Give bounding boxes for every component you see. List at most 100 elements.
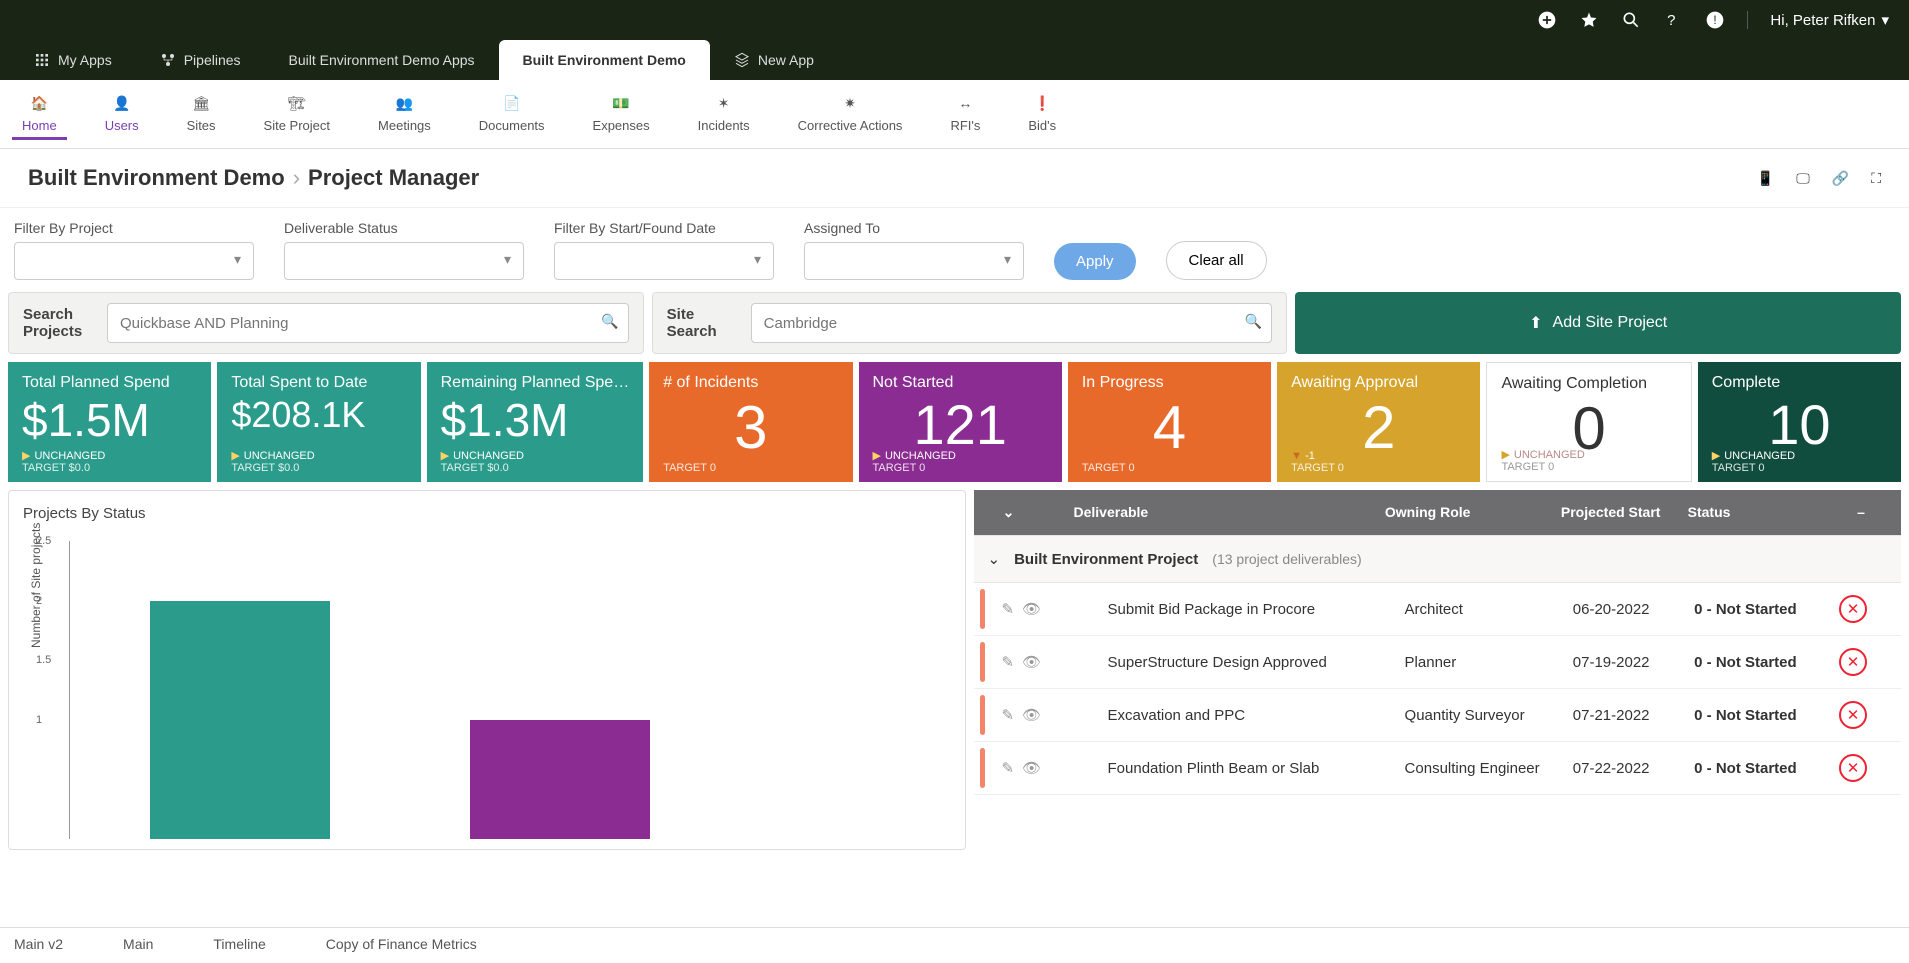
- card-not-started[interactable]: Not Started 121 ▶UNCHANGEDTARGET 0: [859, 362, 1062, 482]
- tab-built-environment-demo[interactable]: Built Environment Demo: [499, 40, 710, 80]
- documents-icon: 📄: [501, 92, 523, 114]
- chevron-down-icon: ⌄: [988, 550, 1001, 568]
- th-role[interactable]: Owning Role: [1377, 504, 1553, 521]
- search-site-input[interactable]: [751, 303, 1273, 343]
- nav-expenses[interactable]: 💵Expenses: [583, 88, 660, 140]
- edit-icon[interactable]: ✎: [1002, 600, 1015, 618]
- view-icon[interactable]: 👁: [1022, 653, 1041, 671]
- card-complete[interactable]: Complete 10 ▶UNCHANGEDTARGET 0: [1698, 362, 1901, 482]
- cell-role: Quantity Surveyor: [1397, 707, 1565, 724]
- filter-assigned-select[interactable]: [804, 242, 1024, 280]
- breadcrumb-app[interactable]: Built Environment Demo: [28, 165, 285, 191]
- nav-home[interactable]: 🏠Home: [12, 88, 67, 140]
- page-tabs: Main v2 Main Timeline Copy of Finance Me…: [0, 927, 1909, 963]
- present-icon[interactable]: 🖵: [1796, 170, 1810, 187]
- table-row[interactable]: ✎👁 Foundation Plinth Beam or Slab Consul…: [974, 742, 1902, 795]
- filter-project-select[interactable]: [14, 242, 254, 280]
- nav-rfis[interactable]: ↔RFI's: [940, 88, 990, 140]
- page-tab-timeline[interactable]: Timeline: [213, 936, 265, 955]
- card-planned-spend[interactable]: Total Planned Spend $1.5M ▶UNCHANGEDTARG…: [8, 362, 211, 482]
- add-icon[interactable]: [1537, 10, 1557, 30]
- tab-my-apps[interactable]: My Apps: [10, 40, 136, 80]
- expand-all-icon[interactable]: ⌄: [984, 504, 1034, 521]
- table-row[interactable]: ✎👁 Submit Bid Package in Procore Archite…: [974, 583, 1902, 636]
- delete-button[interactable]: ✕: [1839, 648, 1867, 676]
- th-deliverable[interactable]: Deliverable: [1034, 504, 1377, 521]
- add-site-project-label: Add Site Project: [1553, 314, 1668, 332]
- card-spent[interactable]: Total Spent to Date $208.1K ▶UNCHANGEDTA…: [217, 362, 420, 482]
- card-in-progress[interactable]: In Progress 4 TARGET 0: [1068, 362, 1271, 482]
- chart-bar[interactable]: [470, 720, 650, 839]
- cell-date: 06-20-2022: [1565, 601, 1686, 618]
- greeting-text: Hi, Peter Rifken: [1770, 12, 1875, 29]
- tab-pipelines-label: Pipelines: [184, 52, 241, 68]
- nav-documents[interactable]: 📄Documents: [469, 88, 555, 140]
- search-icon[interactable]: 🔍: [1245, 313, 1262, 330]
- filter-project-label: Filter By Project: [14, 220, 254, 236]
- tab-pipelines[interactable]: Pipelines: [136, 40, 265, 80]
- tab-new-app[interactable]: New App: [710, 40, 838, 80]
- delete-button[interactable]: ✕: [1839, 595, 1867, 623]
- fullscreen-icon[interactable]: ⛶: [1871, 170, 1881, 187]
- card-incidents[interactable]: # of Incidents 3 TARGET 0: [649, 362, 852, 482]
- tab-my-apps-label: My Apps: [58, 52, 112, 68]
- share-icon[interactable]: 🔗: [1832, 170, 1849, 187]
- nav-users[interactable]: 👤Users: [95, 88, 149, 140]
- chevron-down-icon: ▾: [1881, 11, 1889, 29]
- tab-demo-apps[interactable]: Built Environment Demo Apps: [265, 40, 499, 80]
- card-awaiting-approval[interactable]: Awaiting Approval 2 ▼ -1TARGET 0: [1277, 362, 1480, 482]
- clear-button[interactable]: Clear all: [1166, 241, 1267, 280]
- cell-date: 07-19-2022: [1565, 654, 1686, 671]
- table-row[interactable]: ✎👁 SuperStructure Design Approved Planne…: [974, 636, 1902, 689]
- edit-icon[interactable]: ✎: [1002, 653, 1015, 671]
- view-icon[interactable]: 👁: [1022, 706, 1041, 724]
- filter-date-label: Filter By Start/Found Date: [554, 220, 774, 236]
- th-date[interactable]: Projected Start: [1553, 504, 1680, 521]
- page-tab-main[interactable]: Main: [123, 936, 153, 955]
- filter-status-select[interactable]: [284, 242, 524, 280]
- alert-icon[interactable]: !: [1705, 10, 1725, 30]
- delete-button[interactable]: ✕: [1839, 701, 1867, 729]
- nav-sites[interactable]: 🏛Sites: [177, 88, 226, 140]
- users-icon: 👤: [111, 92, 133, 114]
- card-remaining[interactable]: Remaining Planned Spe… $1.3M ▶UNCHANGEDT…: [427, 362, 644, 482]
- user-menu[interactable]: Hi, Peter Rifken ▾: [1770, 11, 1889, 29]
- add-site-project-button[interactable]: ⬆ Add Site Project: [1295, 292, 1901, 354]
- filter-bar: Filter By Project Deliverable Status Fil…: [0, 208, 1909, 292]
- star-icon[interactable]: [1579, 10, 1599, 30]
- nav-site-project[interactable]: 🏗Site Project: [254, 88, 340, 140]
- th-status[interactable]: Status: [1680, 504, 1831, 521]
- main-content: Projects By Status Number of Site projec…: [0, 482, 1909, 858]
- page-tab-finance[interactable]: Copy of Finance Metrics: [326, 936, 477, 955]
- view-icon[interactable]: 👁: [1022, 600, 1041, 618]
- help-icon[interactable]: ?: [1663, 10, 1683, 30]
- view-icon[interactable]: 👁: [1022, 759, 1041, 777]
- cell-status: 0 - Not Started: [1686, 654, 1831, 671]
- delete-button[interactable]: ✕: [1839, 754, 1867, 782]
- search-icon[interactable]: 🔍: [601, 313, 618, 330]
- search-row: Search Projects 🔍 Site Search 🔍 ⬆ Add Si…: [0, 292, 1909, 354]
- nav-meetings[interactable]: 👥Meetings: [368, 88, 441, 140]
- table-group-row[interactable]: ⌄ Built Environment Project (13 project …: [974, 535, 1902, 583]
- page-title: Project Manager: [308, 165, 479, 191]
- chart-bar[interactable]: [150, 601, 330, 839]
- nav-corrective[interactable]: ✷Corrective Actions: [788, 88, 913, 140]
- global-top-bar: ? ! Hi, Peter Rifken ▾: [0, 0, 1909, 40]
- search-projects-input[interactable]: [107, 303, 629, 343]
- apply-button[interactable]: Apply: [1054, 243, 1136, 280]
- breadcrumb-sep: ›: [293, 165, 300, 191]
- page-tab-main-v2[interactable]: Main v2: [14, 936, 63, 955]
- card-awaiting-completion[interactable]: Awaiting Completion 0 ▶UNCHANGEDTARGET 0: [1486, 362, 1691, 482]
- filter-date-select[interactable]: [554, 242, 774, 280]
- search-site-box: Site Search 🔍: [652, 292, 1288, 354]
- chart-plot-area: 11.522.5: [69, 541, 945, 839]
- mobile-icon[interactable]: 📱: [1757, 170, 1774, 187]
- search-icon[interactable]: [1621, 10, 1641, 30]
- edit-icon[interactable]: ✎: [1002, 706, 1015, 724]
- nav-bids[interactable]: ❗Bid's: [1018, 88, 1066, 140]
- breadcrumb-bar: Built Environment Demo › Project Manager…: [0, 149, 1909, 208]
- edit-icon[interactable]: ✎: [1002, 759, 1015, 777]
- group-count: (13 project deliverables): [1212, 551, 1361, 567]
- table-row[interactable]: ✎👁 Excavation and PPC Quantity Surveyor …: [974, 689, 1902, 742]
- nav-incidents[interactable]: ✶Incidents: [688, 88, 760, 140]
